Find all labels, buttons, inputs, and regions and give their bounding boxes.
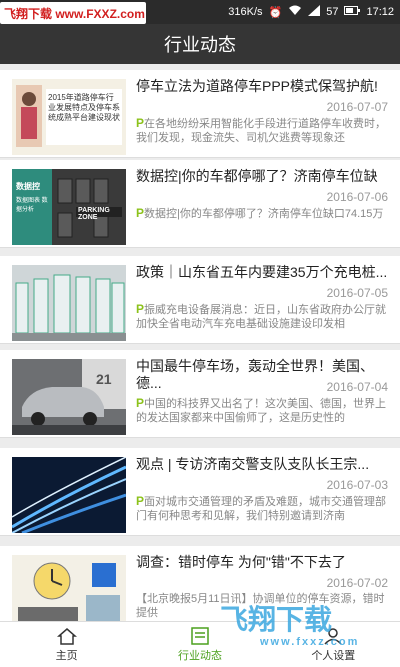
status-bar: 飞翔下载 www.FXXZ.com 316K/s ⏰ 57 17:12	[0, 0, 400, 24]
alarm-icon: ⏰	[268, 6, 283, 19]
news-item[interactable]: 2015年道路停车行业发展特点及停车系统成熟平台建设现状 停车立法为道路停车PP…	[0, 70, 400, 158]
news-summary: P中国的科技界又出名了！这次美国、德国，世界上的发达国家都来中国偷师了，这是历史…	[136, 396, 387, 424]
thumbnail-caption: 2015年道路停车行业发展特点及停车系统成熟平台建设现状	[48, 93, 120, 122]
battery-level: 57	[326, 6, 339, 18]
news-thumbnail: 2015年道路停车行业发展特点及停车系统成熟平台建设现状	[12, 79, 126, 155]
thumbnail-number: 21	[96, 371, 112, 387]
news-thumbnail: 数据控 数据图表 数据分析 PARKING ZONE	[12, 169, 126, 245]
wifi-icon	[288, 5, 302, 19]
news-summary: P振威充电设备展消息：近日，山东省政府办公厅就加快全省电动汽车充电基础设施建设印…	[136, 302, 387, 330]
news-date: 2016-07-07	[326, 100, 388, 114]
watermark-sub: www.fxxz.com	[260, 636, 360, 648]
p-badge-icon: P	[136, 494, 145, 508]
news-title: 停车立法为道路停车PPP模式保驾护航!	[136, 78, 378, 94]
news-title: 观点 | 专访济南交警支队支队长王宗...	[136, 456, 370, 472]
news-date: 2016-07-02	[326, 576, 388, 590]
news-item[interactable]: 政策｜山东省五年内要建35万个充电桩... 2016-07-05 P振威充电设备…	[0, 256, 400, 344]
tab-home[interactable]: 主页	[0, 622, 133, 667]
p-badge-icon: P	[136, 396, 145, 410]
watermark-main: 飞翔下载	[220, 604, 333, 635]
news-date: 2016-07-05	[326, 286, 388, 300]
news-date: 2016-07-06	[326, 190, 388, 204]
page-title: 行业动态	[164, 35, 236, 55]
news-thumbnail	[12, 457, 126, 533]
battery-icon	[344, 6, 361, 18]
news-title: 数据控|你的车都停哪了？济南停车位缺	[136, 168, 378, 184]
news-thumbnail: 21	[12, 359, 126, 435]
thumbnail-logo-text: 数据控	[16, 182, 40, 191]
news-list: 2015年道路停车行业发展特点及停车系统成熟平台建设现状 停车立法为道路停车PP…	[0, 64, 400, 621]
news-summary: P在各地纷纷采用智能化手段进行道路停车收费时，我们发现，现金流失、司机欠逃费等现…	[136, 116, 387, 144]
signal-icon	[308, 5, 321, 19]
clock-time: 17:12	[366, 6, 394, 18]
thumbnail-sub-text: 数据图表 数据分析	[16, 198, 48, 213]
p-badge-icon: P	[136, 116, 145, 130]
page-header: 行业动态	[0, 24, 400, 64]
news-date: 2016-07-03	[326, 478, 388, 492]
thumbnail-zone-text: PARKING ZONE	[78, 207, 110, 221]
tab-home-label: 主页	[55, 649, 78, 662]
news-date: 2016-07-04	[326, 380, 388, 394]
news-thumbnail	[12, 555, 126, 621]
news-icon	[191, 626, 209, 645]
network-speed: 316K/s	[228, 6, 263, 18]
p-badge-icon: P	[136, 302, 145, 316]
watermark-bottom: 飞翔下载 www.fxxz.com	[220, 598, 396, 650]
news-item[interactable]: 观点 | 专访济南交警支队支队长王宗... 2016-07-03 P面对城市交通…	[0, 448, 400, 536]
news-title: 调查：错时停车 为何"错"不下去了	[136, 554, 346, 570]
news-item[interactable]: 数据控 数据图表 数据分析 PARKING ZONE 数据控|你的车都停哪了？济…	[0, 160, 400, 248]
watermark-top: 飞翔下载 www.FXXZ.com	[0, 2, 146, 24]
news-summary: P数据控|你的车都停哪了？济南停车位缺口74.15万	[136, 206, 384, 220]
news-title: 政策｜山东省五年内要建35万个充电桩...	[136, 264, 388, 280]
news-thumbnail	[12, 265, 126, 341]
news-summary: P面对城市交通管理的矛盾及难题，城市交通管理部门有何种思考和见解，我们特别邀请到…	[136, 494, 387, 522]
tab-industry-news-label: 行业动态	[177, 649, 222, 662]
p-badge-icon: P	[136, 206, 145, 220]
home-icon	[56, 627, 77, 645]
status-icons: 316K/s ⏰ 57 17:12	[228, 5, 394, 19]
news-item[interactable]: 21 中国最牛停车场，轰动全世界！美国、德... 2016-07-04 P中国的…	[0, 350, 400, 438]
